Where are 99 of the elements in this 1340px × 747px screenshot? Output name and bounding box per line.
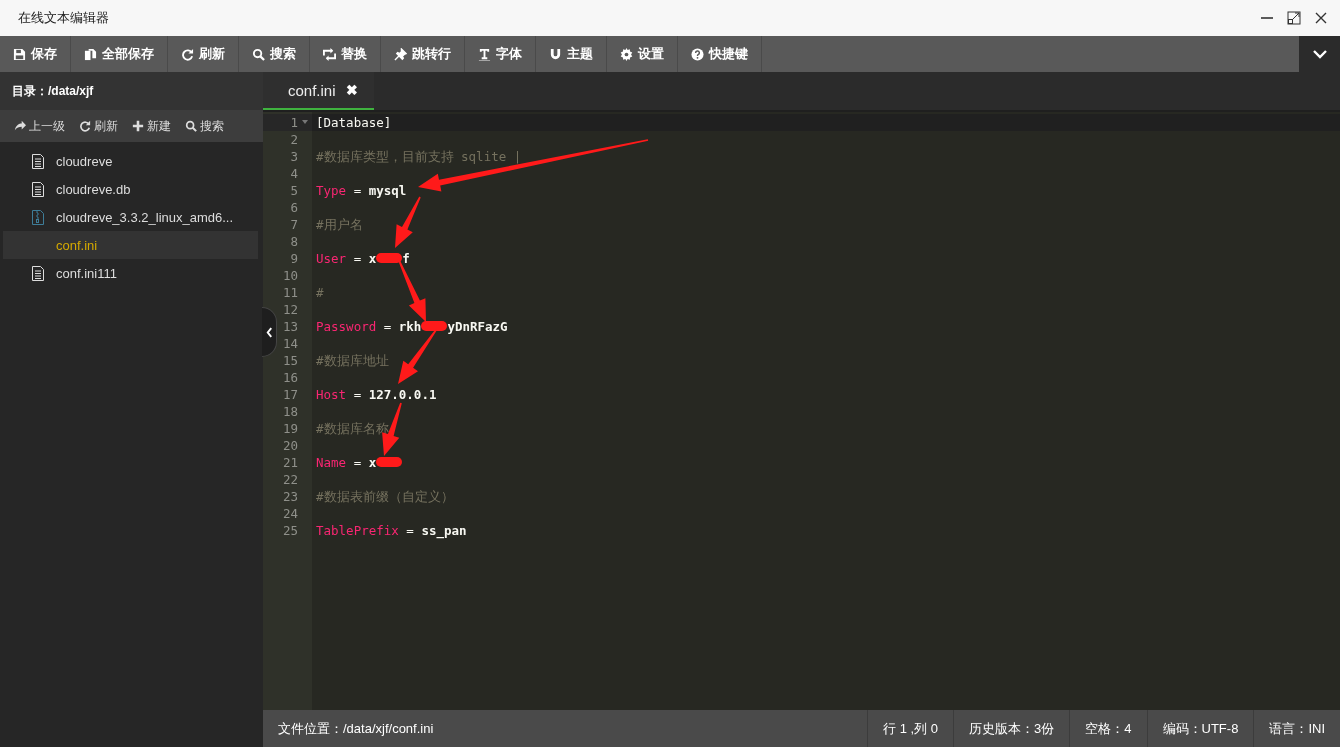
code-line: [Database] <box>316 115 392 130</box>
sidebar-action[interactable]: 上一级 <box>6 117 71 135</box>
window-title: 在线文本编辑器 <box>18 9 110 27</box>
copy-icon <box>84 47 97 61</box>
code-comment: #数据表前缀（自定义） <box>316 489 454 504</box>
code-value: x <box>368 251 377 266</box>
line-number: 7 <box>290 217 298 232</box>
text-height-icon <box>478 47 491 61</box>
line-number: 8 <box>290 234 298 249</box>
line-number: 21 <box>282 455 298 470</box>
file-item[interactable]: cloudreve.db <box>3 175 258 203</box>
code-key: TablePrefix <box>316 523 399 538</box>
code-comment: #数据库类型，目前支持 sqlite | <box>316 149 522 164</box>
line-number: 2 <box>290 132 298 147</box>
status-item: 历史版本：3份 <box>953 710 1070 747</box>
code-comment: #用户名 <box>316 217 363 232</box>
line-number: 23 <box>282 489 298 504</box>
file-item[interactable]: conf.ini <box>3 231 258 259</box>
settings-icon <box>620 47 633 61</box>
redaction-scribble <box>376 253 403 263</box>
line-number: 3 <box>290 149 298 164</box>
annotation-arrow <box>395 196 421 248</box>
code-key: Name <box>316 455 347 470</box>
line-number: 4 <box>290 166 298 181</box>
annotation-arrow <box>398 329 437 384</box>
editor-tab[interactable]: conf.ini ✖ <box>263 72 374 110</box>
code-value: yDnRFazG <box>447 319 508 334</box>
line-number: 10 <box>282 268 298 283</box>
line-number: 5 <box>290 183 298 198</box>
refresh-icon <box>79 120 91 132</box>
code-comment: #数据库名称 <box>316 421 389 436</box>
close-tab-icon[interactable]: ✖ <box>345 82 358 98</box>
code-value: f <box>402 251 410 266</box>
help-icon <box>691 47 704 61</box>
line-number: 1 <box>290 115 298 130</box>
redaction-scribble <box>376 457 403 467</box>
chevron-down-icon[interactable] <box>1312 49 1327 59</box>
save-icon <box>13 47 26 61</box>
status-item: 语言：INI <box>1253 710 1340 747</box>
pin-icon <box>394 47 407 61</box>
line-number: 25 <box>282 523 298 538</box>
status-item: 编码：UTF-8 <box>1146 710 1254 747</box>
sidebar-action[interactable]: 搜索 <box>177 117 230 135</box>
arrow-icon <box>14 120 26 132</box>
line-number: 15 <box>282 353 298 368</box>
swap-arrows-icon <box>323 47 336 61</box>
file-location: 文件位置：/data/xjf/conf.ini <box>277 719 435 738</box>
line-number: 9 <box>290 251 298 266</box>
line-number: 22 <box>282 472 298 487</box>
code-operator: = <box>383 319 392 334</box>
code-value: x <box>368 455 377 470</box>
document-icon <box>32 265 44 281</box>
line-number: 18 <box>282 404 298 419</box>
line-number: 11 <box>282 285 298 300</box>
code-value: mysql <box>368 183 407 198</box>
maximize-icon[interactable] <box>1287 11 1301 25</box>
line-number: 12 <box>282 302 298 317</box>
directory-path: 目录：/data/xjf <box>0 72 263 110</box>
code-comment: # <box>316 285 324 300</box>
line-number: 19 <box>282 421 298 436</box>
file-item[interactable]: cloudreve <box>3 147 258 175</box>
code-operator: = <box>406 523 414 538</box>
document-icon <box>32 153 44 169</box>
code-operator: = <box>353 387 362 402</box>
code-operator: = <box>353 251 362 266</box>
plus-icon <box>132 120 144 132</box>
magnet-icon <box>549 47 562 61</box>
refresh-icon <box>181 47 194 61</box>
chevron-left-icon <box>265 326 273 338</box>
line-number: 13 <box>282 319 298 334</box>
line-number: 14 <box>282 336 298 351</box>
zip-file-icon <box>32 209 44 225</box>
code-key: User <box>316 251 347 266</box>
code-key: Password <box>316 319 377 334</box>
code-value: ss_pan <box>421 523 467 538</box>
line-number: 6 <box>290 200 298 215</box>
code-key: Host <box>316 387 347 402</box>
code-value: 127.0.0.1 <box>368 387 437 402</box>
code-operator: = <box>353 183 362 198</box>
file-item[interactable]: cloudreve_3.3.2_linux_amd6... <box>3 203 258 231</box>
code-operator: = <box>353 455 362 470</box>
sidebar-action[interactable]: 刷新 <box>71 117 124 135</box>
fold-arrow-icon[interactable] <box>302 120 308 124</box>
code-value: rkh <box>398 319 422 334</box>
close-icon[interactable] <box>1314 11 1328 25</box>
status-item: 空格：4 <box>1069 710 1147 747</box>
line-number: 24 <box>282 506 298 521</box>
document-icon <box>32 181 44 197</box>
code-comment: #数据库地址 <box>316 353 389 368</box>
line-number: 17 <box>282 387 298 402</box>
sidebar-action[interactable]: 新建 <box>124 117 177 135</box>
search-icon <box>185 120 197 132</box>
search-icon <box>252 47 265 61</box>
line-number: 16 <box>282 370 298 385</box>
line-number: 20 <box>282 438 298 453</box>
code-key: Type <box>316 183 347 198</box>
status-item: 行 1 ,列 0 <box>867 710 954 747</box>
file-item[interactable]: conf.ini111 <box>3 259 258 287</box>
redaction-scribble <box>421 321 448 331</box>
